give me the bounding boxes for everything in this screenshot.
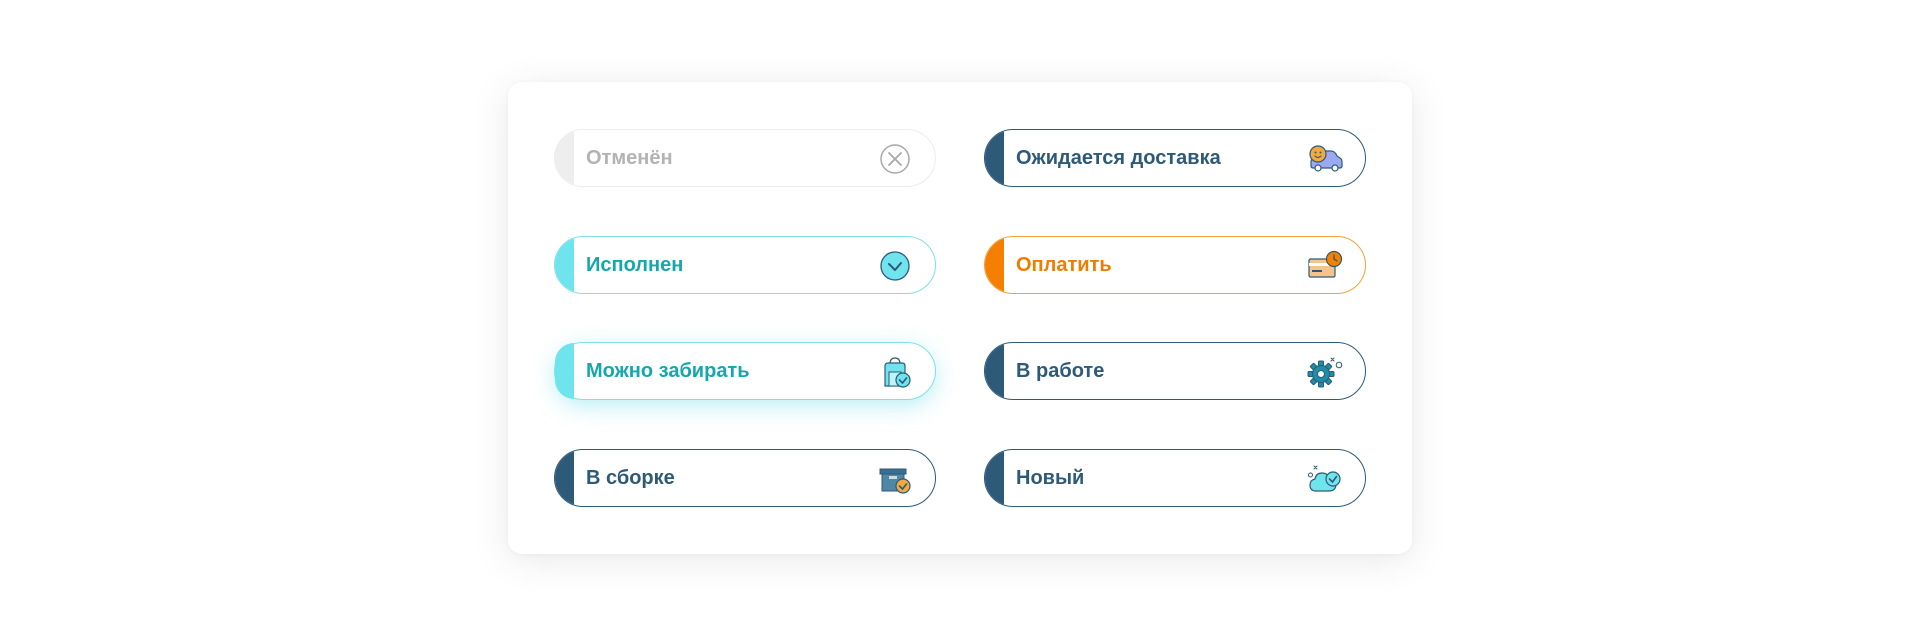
box-check-icon	[877, 463, 913, 495]
bag-check-icon	[877, 356, 913, 388]
cancel-circle-icon	[877, 143, 913, 175]
cloud-check-icon	[1307, 463, 1343, 495]
status-pill-new[interactable]: Новый	[984, 449, 1366, 507]
status-accent-bar	[555, 130, 574, 186]
status-label: Отменён	[586, 147, 673, 169]
status-pill-cancelled[interactable]: Отменён	[554, 129, 936, 187]
status-accent-bar	[555, 450, 574, 506]
status-label: Можно забирать	[586, 360, 750, 382]
status-pill-in-progress[interactable]: В работе	[984, 342, 1366, 400]
status-accent-bar	[555, 343, 574, 399]
status-accent-bar	[985, 237, 1004, 293]
status-accent-bar	[985, 343, 1004, 399]
status-pill-done[interactable]: Исполнен	[554, 236, 936, 294]
status-accent-bar	[555, 237, 574, 293]
status-accent-bar	[985, 450, 1004, 506]
status-pill-awaiting-delivery[interactable]: Ожидается доставка	[984, 129, 1366, 187]
delivery-car-icon	[1307, 143, 1343, 175]
payment-card-clock-icon	[1307, 250, 1343, 282]
status-pill-ready-pickup[interactable]: Можно забирать	[554, 342, 936, 400]
status-label: В работе	[1016, 360, 1105, 382]
status-card: Отменён Ожидается доставка Исполнен Опла…	[508, 82, 1412, 554]
status-pill-pay[interactable]: Оплатить	[984, 236, 1366, 294]
status-label: Оплатить	[1016, 254, 1112, 276]
status-pill-assembling[interactable]: В сборке	[554, 449, 936, 507]
gear-icon	[1307, 356, 1343, 388]
status-label: Исполнен	[586, 254, 684, 276]
status-label: Новый	[1016, 467, 1085, 489]
status-label: Ожидается доставка	[1016, 147, 1221, 169]
check-circle-icon	[877, 250, 913, 282]
status-accent-bar	[985, 130, 1004, 186]
status-label: В сборке	[586, 467, 675, 489]
